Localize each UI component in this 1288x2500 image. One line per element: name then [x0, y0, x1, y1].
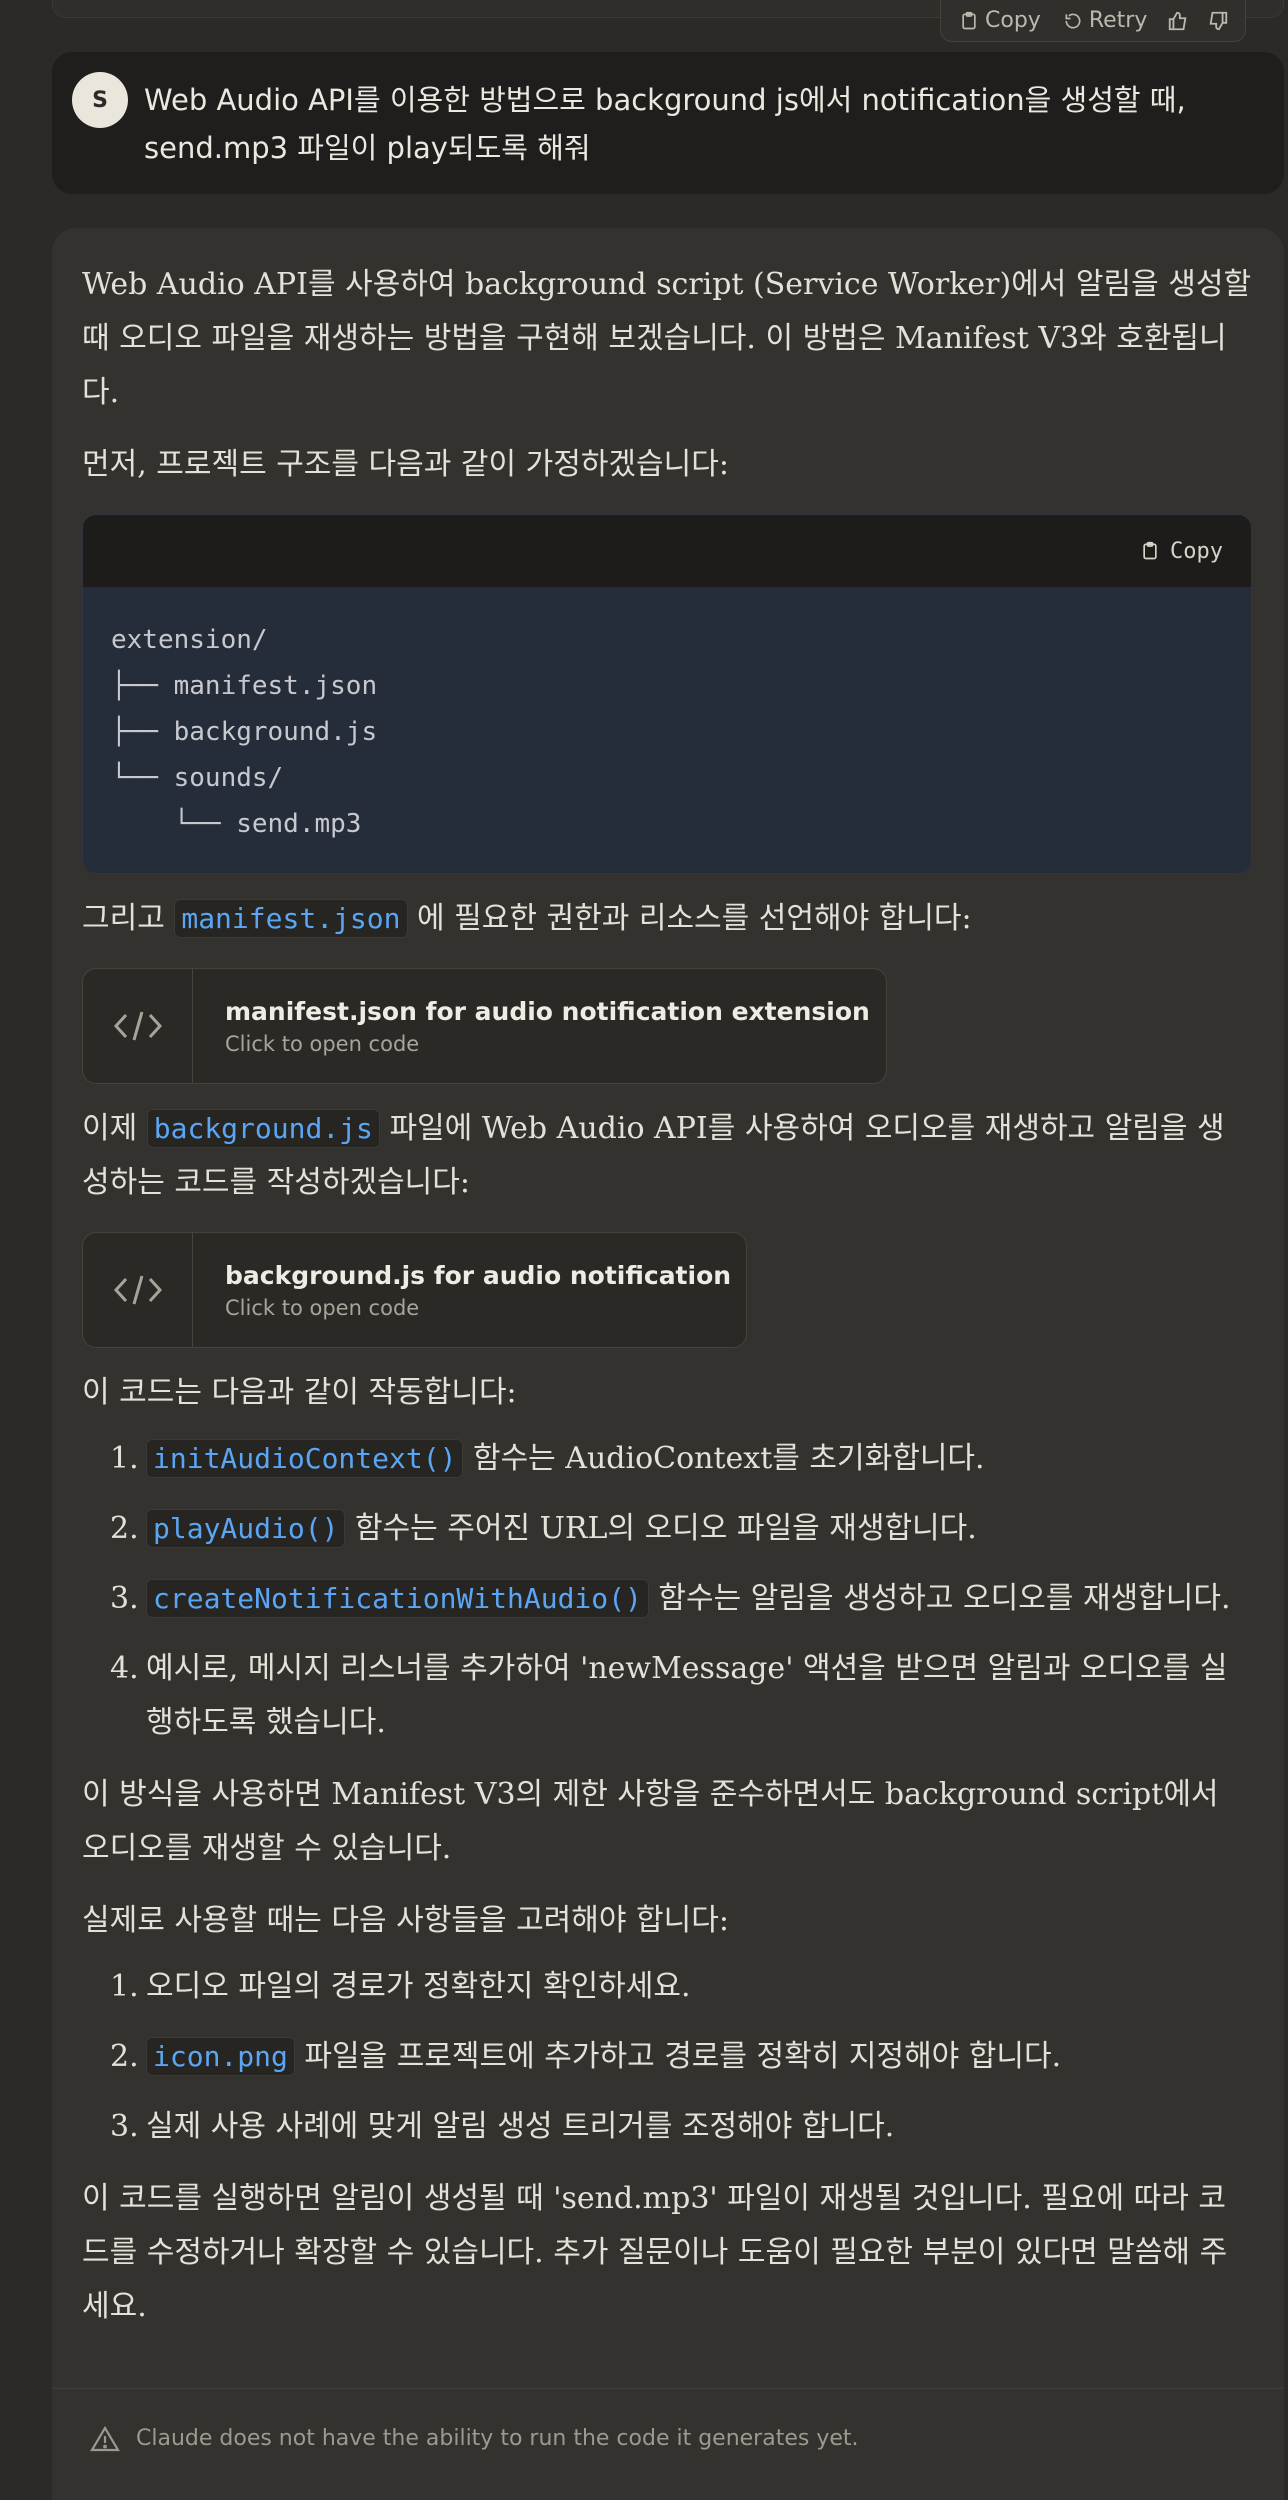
artifact-title: manifest.json for audio notification ext…: [225, 996, 870, 1026]
artifact-card-background[interactable]: background.js for audio notification Cli…: [82, 1232, 747, 1348]
code-block-header: Copy: [83, 515, 1251, 587]
list-item: 2. icon.png 파일을 프로젝트에 추가하고 경로를 정확히 지정해야 합…: [110, 2037, 1062, 2076]
list-item: 1. 오디오 파일의 경로가 정확한지 확인하세요.: [110, 1969, 691, 2004]
thumbs-up-button[interactable]: [1163, 10, 1193, 32]
artifact-title: background.js for audio notification: [225, 1260, 732, 1290]
code-copy-button[interactable]: Copy: [1140, 539, 1223, 564]
retry-label: Retry: [1088, 8, 1148, 33]
artifact-card-manifest[interactable]: manifest.json for audio notification ext…: [82, 968, 887, 1084]
inline-code: icon.png: [146, 2037, 295, 2076]
paragraph-manifest: 그리고 manifest.json 에 필요한 권한과 리소스를 선언해야 합니…: [82, 892, 1252, 946]
paragraph-structure: 먼저, 프로젝트 구조를 다음과 같이 가정하겠습니다:: [82, 447, 729, 482]
disclaimer: Claude does not have the ability to run …: [52, 2388, 1284, 2488]
inline-code: initAudioContext(): [146, 1439, 464, 1478]
user-message: S Web Audio API를 이용한 방법으로 background js에…: [52, 52, 1284, 194]
copy-button[interactable]: Copy: [953, 8, 1047, 33]
thumbs-down-button[interactable]: [1203, 10, 1233, 32]
inline-code: createNotificationWithAudio(): [146, 1579, 649, 1618]
paragraph-text: 에 필요한 권한과 리소스를 선언해야 합니다:: [407, 901, 972, 936]
code-block: Copy extension/ ├── manifest.json ├── ba…: [82, 514, 1252, 874]
list-item: 4. 예시로, 메시지 리스너를 추가하여 'newMessage' 액션을 받으…: [110, 1651, 1228, 1740]
retry-icon: [1065, 13, 1081, 29]
inline-code: background.js: [146, 1109, 380, 1148]
list-item: 1. initAudioContext() 함수는 AudioContext를 초…: [110, 1439, 985, 1478]
paragraph-intro: Web Audio API를 사용하여 background script (S…: [82, 267, 1252, 410]
inline-code: manifest.json: [174, 899, 408, 938]
paragraph-text: 그리고: [82, 901, 175, 936]
paragraph-closing: 이 코드를 실행하면 알림이 생성될 때 'send.mp3' 파일이 재생될 …: [82, 2181, 1228, 2324]
code-icon: [83, 969, 193, 1083]
paragraph-background: 이제 background.js 파일에 Web Audio API를 사용하여…: [82, 1102, 1252, 1210]
considerations-list: 1. 오디오 파일의 경로가 정확한지 확인하세요. 2. icon.png 파일을…: [82, 1960, 1252, 2154]
list-item: 2. playAudio() 함수는 주어진 URL의 오디오 파일을 재생합니다…: [110, 1509, 977, 1548]
avatar: S: [72, 72, 128, 128]
paragraph-summary: 이 방식을 사용하면 Manifest V3의 제한 사항을 준수하면서도 ba…: [82, 1777, 1219, 1866]
paragraph-how-it-works: 이 코드는 다음과 같이 작동합니다:: [82, 1375, 517, 1410]
retry-button[interactable]: Retry: [1057, 8, 1154, 33]
message-actions: Copy Retry: [940, 0, 1247, 42]
code-icon: [83, 1233, 193, 1347]
thumbs-down-icon: [1209, 11, 1228, 30]
how-it-works-list: 1. initAudioContext() 함수는 AudioContext를 초…: [82, 1432, 1252, 1750]
paragraph-text: 이제: [82, 1111, 147, 1146]
copy-label: Copy: [985, 8, 1041, 33]
artifact-subtitle: Click to open code: [225, 1295, 420, 1320]
inline-code: playAudio(): [146, 1509, 346, 1548]
paragraph-considerations: 실제로 사용할 때는 다음 사항들을 고려해야 합니다:: [82, 1903, 729, 1938]
user-message-text: Web Audio API를 이용한 방법으로 background js에서 …: [144, 83, 1186, 165]
code-block-text: extension/ ├── manifest.json ├── backgro…: [111, 625, 378, 839]
code-copy-label: Copy: [1170, 538, 1223, 564]
thumbs-up-icon: [1169, 11, 1187, 30]
list-item: 3. 실제 사용 사례에 맞게 알림 생성 트리거를 조정해야 합니다.: [110, 2109, 895, 2144]
warning-icon: [90, 2425, 120, 2451]
clipboard-icon: [1143, 541, 1157, 560]
list-item: 3. createNotificationWithAudio() 함수는 알림을 …: [110, 1579, 1231, 1618]
assistant-message: Web Audio API를 사용하여 background script (S…: [52, 228, 1284, 2500]
disclaimer-text: Claude does not have the ability to run …: [136, 2426, 859, 2451]
clipboard-icon: [962, 11, 976, 29]
artifact-subtitle: Click to open code: [225, 1031, 420, 1056]
